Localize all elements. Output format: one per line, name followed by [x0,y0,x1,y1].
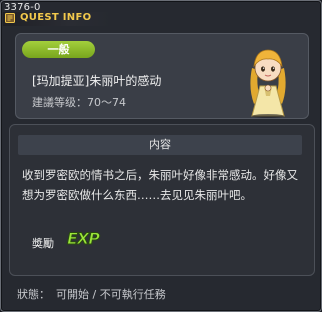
level-range: 70～74 [87,96,126,109]
reward-label: 奬勵 [32,237,54,250]
quest-detail-panel: 内容 收到罗密欧的情书之后，朱丽叶好像非常感动。好像又想为罗密欧做什么东西……去… [9,124,315,276]
status-label: 狀態： [17,288,50,301]
window-title: QUEST INFO [20,12,92,23]
quest-summary-panel: 一般 [玛加提亚]朱丽叶的感动 建議等级：70～74 [15,33,309,119]
quest-info-window: 3376-0 QUEST INFO 一般 [玛加提亚]朱丽叶的感动 建議等级：7… [0,0,322,312]
quest-info-icon [5,13,15,23]
quest-description: 收到罗密欧的情书之后，朱丽叶好像非常感动。好像又想为罗密欧做什么东西……去见见朱… [22,168,298,202]
quest-level: 建議等级：70～74 [32,94,126,110]
juliet-npc-portrait [250,49,286,118]
level-label: 建議等级： [32,96,87,109]
exp-icon: EXP [67,229,101,249]
title-bar[interactable]: QUEST INFO [3,12,113,26]
content-section-header: 内容 [18,135,302,155]
quest-status: 狀態： 可開始 / 不可執行任務 [17,286,172,302]
quest-category-badge: 一般 [22,41,95,58]
quest-name: [玛加提亚]朱丽叶的感动 [32,74,162,88]
status-text: 可開始 / 不可執行任務 [56,288,166,301]
